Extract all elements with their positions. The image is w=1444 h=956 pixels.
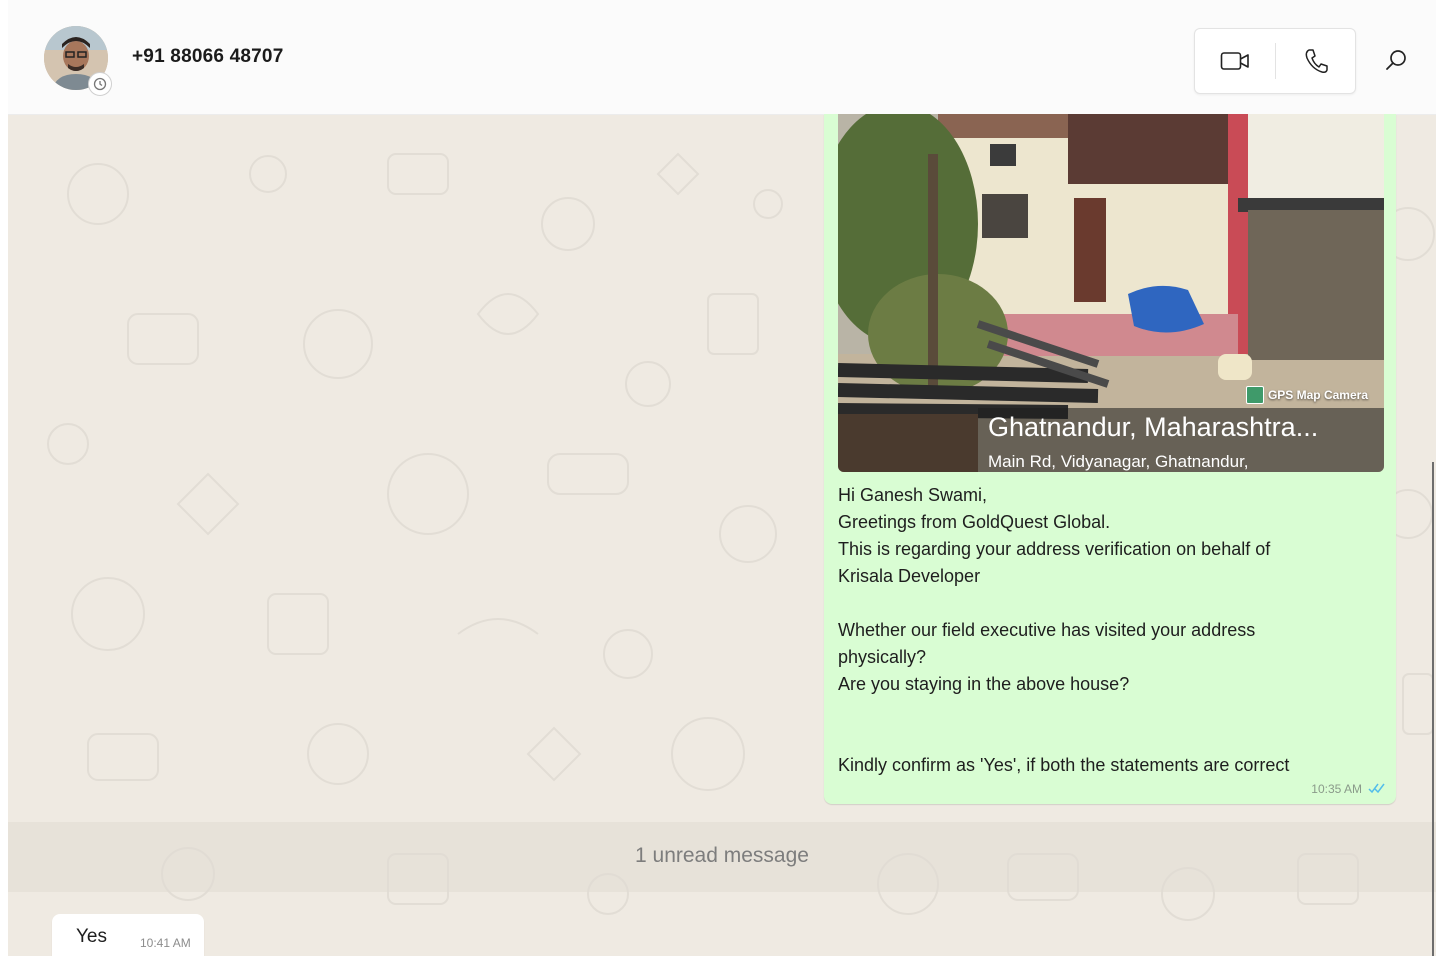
gps-watermark: GPS Map Camera	[1245, 386, 1368, 404]
incoming-message-timestamp: 10:41 AM	[140, 936, 191, 950]
chat-scrollbar[interactable]	[1432, 462, 1434, 956]
location-title: Ghatnandur, Maharashtra...	[988, 412, 1319, 442]
location-address: Main Rd, Vidyanagar, Ghatnandur,	[988, 452, 1249, 471]
status-clock-icon	[88, 72, 112, 96]
unread-message-label: 1 unread message	[635, 844, 809, 867]
voice-call-button[interactable]	[1276, 29, 1355, 93]
message-text: Hi Ganesh Swami, Greetings from GoldQues…	[838, 482, 1378, 779]
message-line: Whether our field executive has visited …	[838, 620, 1256, 640]
message-line: Are you staying in the above house?	[838, 674, 1130, 694]
search-button[interactable]	[1376, 40, 1416, 80]
video-call-button[interactable]	[1195, 29, 1274, 93]
outgoing-message-bubble[interactable]: GPS Map Camera Ghatnandur, Maharashtra..…	[824, 114, 1396, 804]
message-line: physically?	[838, 647, 927, 667]
chat-header: +91 88066 48707	[8, 0, 1436, 115]
message-line: Hi Ganesh Swami,	[838, 485, 988, 505]
message-line: Kindly confirm as 'Yes', if both the sta…	[838, 755, 1290, 775]
incoming-message-text: Yes	[76, 926, 107, 947]
message-timestamp: 10:35 AM	[1311, 782, 1362, 796]
message-line: Greetings from GoldQuest Global.	[838, 512, 1111, 532]
call-button-group	[1194, 28, 1356, 94]
search-icon	[1386, 50, 1406, 70]
message-line: Krisala Developer	[838, 566, 981, 586]
attached-photo[interactable]: GPS Map Camera Ghatnandur, Maharashtra..…	[838, 114, 1384, 472]
phone-icon	[1305, 49, 1328, 73]
message-line: This is regarding your address verificat…	[838, 539, 1271, 559]
incoming-message-bubble[interactable]: Yes 10:41 AM	[52, 914, 204, 956]
video-camera-icon	[1220, 52, 1249, 70]
chat-window: +91 88066 48707 GPS Map Camera Ghatnandu…	[8, 0, 1436, 956]
double-check-read-icon	[1368, 783, 1385, 794]
gps-map-camera-icon	[1245, 386, 1264, 404]
contact-name[interactable]: +91 88066 48707	[132, 46, 283, 68]
gps-watermark-label: GPS Map Camera	[1267, 388, 1368, 402]
